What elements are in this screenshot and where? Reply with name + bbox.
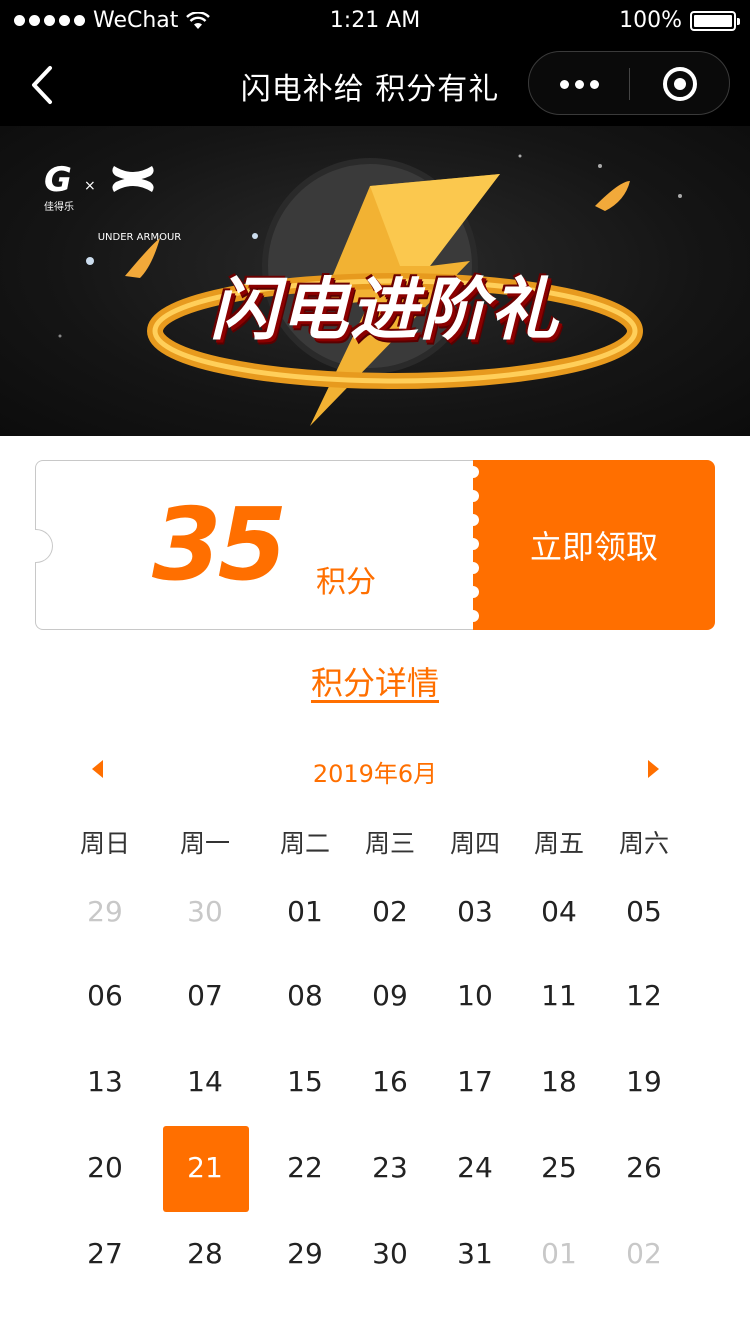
calendar-day[interactable]: 02 (345, 892, 435, 932)
banner-headline: 闪电进阶礼 (209, 271, 560, 350)
under-armour-label: UNDER ARMOUR (97, 232, 182, 243)
gatorade-label: 佳得乐 (44, 202, 74, 213)
calendar-day[interactable]: 30 (345, 1234, 435, 1274)
promo-banner: G 佳得乐 × UNDER ARMOUR 闪电进阶礼 (0, 126, 750, 436)
calendar-day[interactable]: 07 (160, 976, 250, 1016)
weekday-label: 周三 (364, 829, 415, 858)
calendar-day[interactable]: 15 (260, 1062, 350, 1102)
calendar-day[interactable]: 01 (514, 1234, 604, 1274)
calendar-day[interactable]: 06 (60, 976, 150, 1016)
calendar-day[interactable]: 28 (160, 1234, 250, 1274)
gatorade-logo: G (44, 160, 72, 200)
top-bar: WeChat 1:21 AM 100% 闪电补给 积分有礼 (0, 0, 750, 126)
coupon-body: 35 积分 (35, 460, 473, 630)
calendar-day[interactable]: 30 (160, 892, 250, 932)
more-icon[interactable] (529, 52, 629, 116)
under-armour-logo (112, 166, 154, 192)
calendar-day[interactable]: 31 (430, 1234, 520, 1274)
coupon-notch (35, 529, 53, 563)
weekday-label: 周四 (449, 829, 500, 858)
calendar-day[interactable]: 22 (260, 1148, 350, 1188)
next-month-icon[interactable] (648, 760, 659, 778)
page-title: 闪电补给 积分有礼 (240, 72, 500, 107)
calendar-day[interactable]: 12 (599, 976, 689, 1016)
back-arrow-icon[interactable] (22, 60, 62, 110)
status-bar: WeChat 1:21 AM 100% (0, 0, 750, 44)
coupon-perforation (467, 466, 479, 622)
calendar-day[interactable]: 09 (345, 976, 435, 1016)
calendar-day[interactable]: 20 (60, 1148, 150, 1188)
calendar-day[interactable]: 05 (599, 892, 689, 932)
claim-button-label: 立即领取 (529, 528, 658, 566)
calendar-day[interactable]: 18 (514, 1062, 604, 1102)
calendar-day[interactable]: 02 (599, 1234, 689, 1274)
calendar-day[interactable]: 04 (514, 892, 604, 932)
points-detail-link[interactable]: 积分详情 (0, 658, 750, 704)
weekday-label: 周二 (279, 829, 330, 858)
calendar-day[interactable]: 27 (60, 1234, 150, 1274)
calendar-day[interactable]: 23 (345, 1148, 435, 1188)
close-miniprogram-icon[interactable] (630, 52, 730, 116)
battery-icon (690, 10, 740, 31)
calendar-day[interactable]: 25 (514, 1148, 604, 1188)
month-label: 2019年6月 (312, 760, 438, 788)
calendar-day[interactable]: 13 (60, 1062, 150, 1102)
calendar-day[interactable]: 17 (430, 1062, 520, 1102)
calendar-day[interactable]: 26 (599, 1148, 689, 1188)
weekday-label: 周日 (79, 829, 130, 858)
claim-button[interactable]: 立即领取 (473, 460, 715, 630)
calendar-header: 2019年6月 (0, 750, 750, 790)
calendar-day[interactable]: 03 (430, 892, 520, 932)
calendar-day[interactable]: 01 (260, 892, 350, 932)
calendar-day[interactable]: 21 (160, 1148, 250, 1188)
points-coupon: 35 积分 立即领取 (35, 460, 715, 630)
weekday-label: 周一 (179, 829, 230, 858)
calendar-day[interactable]: 19 (599, 1062, 689, 1102)
brand-logos: G 佳得乐 × UNDER ARMOUR (44, 163, 181, 243)
battery-percent: 100% (619, 8, 682, 33)
calendar-day[interactable]: 16 (345, 1062, 435, 1102)
calendar-day[interactable]: 29 (60, 892, 150, 932)
calendar-day[interactable]: 29 (260, 1234, 350, 1274)
points-value: 35 (152, 486, 287, 603)
weekday-label: 周五 (533, 829, 584, 858)
calendar-day[interactable]: 11 (514, 976, 604, 1016)
calendar-day[interactable]: 08 (260, 976, 350, 1016)
points-unit: 积分 (316, 565, 376, 600)
calendar-day[interactable]: 10 (430, 976, 520, 1016)
calendar-day[interactable]: 14 (160, 1062, 250, 1102)
nav-bar: 闪电补给 积分有礼 (0, 44, 750, 126)
calendar-day[interactable]: 24 (430, 1148, 520, 1188)
weekday-label: 周六 (618, 829, 669, 858)
brand-separator: × (84, 178, 96, 194)
mini-program-capsule (528, 51, 730, 115)
